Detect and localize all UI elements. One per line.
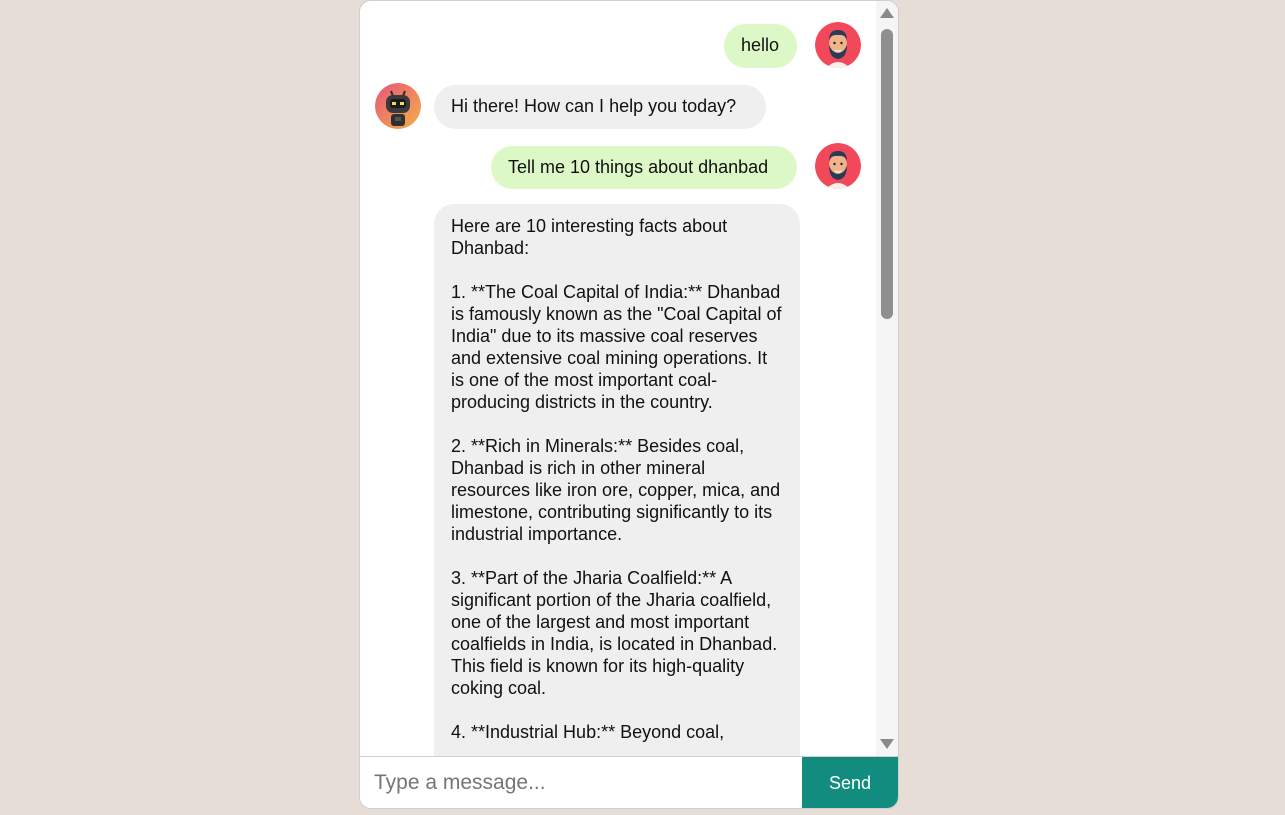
scroll-up-arrow-icon[interactable] bbox=[880, 8, 894, 18]
message-scrollbar[interactable] bbox=[876, 1, 898, 756]
bearded-man-avatar-icon bbox=[815, 22, 861, 68]
bearded-man-avatar-icon bbox=[815, 143, 861, 189]
scroll-down-arrow-icon[interactable] bbox=[880, 739, 894, 749]
bot-message-bubble: Hi there! How can I help you today? bbox=[434, 85, 766, 129]
user-message-bubble: Tell me 10 things about dhanbad bbox=[491, 146, 797, 189]
message-input[interactable] bbox=[360, 757, 802, 808]
scrollbar-thumb[interactable] bbox=[881, 29, 893, 319]
chat-window: hello Hi there! How can I help you today… bbox=[359, 0, 899, 809]
send-button[interactable]: Send bbox=[802, 757, 898, 808]
bot-avatar bbox=[375, 83, 421, 129]
user-avatar bbox=[815, 143, 861, 189]
bot-message-bubble: Here are 10 interesting facts about Dhan… bbox=[434, 204, 800, 756]
message-composer: Send bbox=[360, 756, 898, 808]
user-avatar bbox=[815, 22, 861, 68]
robot-avatar-icon bbox=[375, 83, 421, 129]
message-list[interactable]: hello Hi there! How can I help you today… bbox=[360, 1, 876, 756]
user-message-bubble: hello bbox=[724, 24, 797, 68]
